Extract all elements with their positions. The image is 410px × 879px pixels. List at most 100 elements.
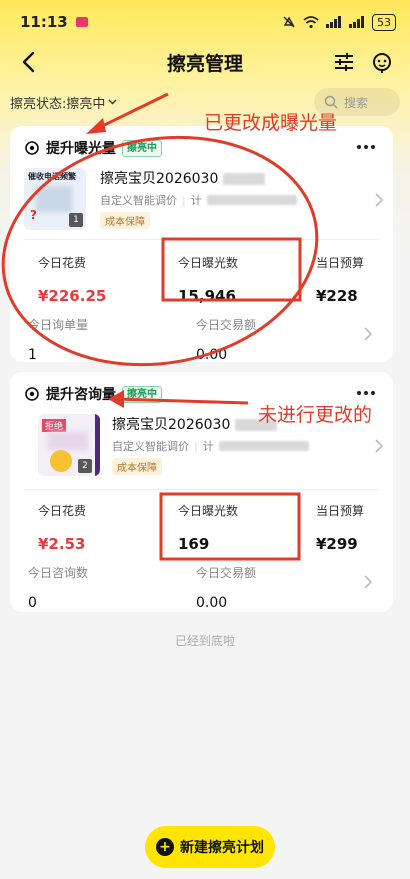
metric-spend: 今日花费 ¥226.25 [38, 254, 106, 305]
card-header: 提升曝光量 擦亮中 [24, 138, 162, 158]
signal-icon-1 [326, 16, 341, 28]
metric-value: 15,946 [178, 287, 236, 305]
metric-value: 0.00 [196, 595, 228, 611]
metric-transactions: 今日交易额 0.00 [196, 316, 256, 363]
metric-label: 当日预算 [316, 504, 365, 518]
metric-value: ¥226.25 [38, 287, 107, 305]
plus-icon: + [156, 838, 174, 856]
status-time: 11:13 [20, 13, 68, 31]
annotation-unchanged-note: 未进行更改的 [258, 404, 373, 426]
metric-label: 今日咨询数 [28, 566, 89, 580]
battery-indicator: 53 [372, 13, 396, 31]
product-name: 擦亮宝贝2026030 [112, 414, 277, 434]
thumbnail-caption: 拒绝 [42, 419, 67, 432]
thumbnail-side-bar [95, 414, 100, 476]
nav-bar: 擦亮管理 [0, 44, 410, 80]
chevron-right-icon [375, 193, 384, 207]
status-bar: 11:13 53 [0, 0, 410, 44]
card-header: 提升咨询量 擦亮中 [24, 384, 162, 404]
customer-service-icon[interactable] [370, 50, 394, 74]
product-row[interactable]: 催收电话频繁 ? 1 擦亮宝贝2026030 自定义智能调价 | 计 成本保障 [24, 168, 384, 244]
separator: | [194, 439, 198, 453]
product-name-text: 擦亮宝贝2026030 [112, 417, 231, 433]
redacted-text [218, 441, 309, 451]
thumbnail-blur [48, 432, 88, 450]
metric-label: 今日曝光数 [178, 504, 239, 518]
filter-sliders-icon[interactable] [332, 50, 356, 74]
promotion-card[interactable]: 提升曝光量 擦亮中 催收电话频繁 ? 1 擦亮宝贝2026030 自定义智能调价… [10, 126, 393, 363]
metric-value: ¥228 [316, 287, 358, 305]
page-title: 擦亮管理 [166, 52, 243, 75]
cost-guarantee-tag: 成本保障 [112, 458, 162, 475]
chevron-down-icon [108, 99, 117, 105]
status-badge: 擦亮中 [122, 385, 162, 403]
metric-spend: 今日花费 ¥2.53 [38, 502, 86, 553]
metric-impressions: 今日曝光数 169 [178, 502, 238, 553]
product-pricing-info: 自定义智能调价 | 计 [100, 192, 297, 208]
metric-value: 169 [178, 535, 210, 553]
status-filter-label: 擦亮状态:擦亮中 [10, 96, 106, 112]
separator: | [182, 193, 186, 207]
metric-label: 当日预算 [316, 256, 365, 270]
target-icon [25, 141, 39, 155]
search-icon [324, 95, 338, 109]
product-pricing-info: 自定义智能调价 | 计 [112, 438, 309, 454]
divider [24, 489, 379, 490]
thumbnail-question-mark: ? [30, 208, 37, 222]
metric-transactions: 今日交易额 0.00 [196, 564, 256, 611]
more-options-icon[interactable] [355, 386, 377, 400]
chevron-right-icon[interactable] [363, 575, 373, 589]
image-count-badge: 2 [78, 459, 92, 473]
search-placeholder: 搜索 [344, 95, 369, 110]
product-name-text: 擦亮宝贝2026030 [100, 171, 219, 187]
card-title: 提升咨询量 [46, 387, 116, 403]
chevron-right-icon [375, 439, 384, 453]
metric-value: 0 [28, 595, 37, 611]
thumbnail-emoji-face [50, 450, 72, 472]
metric-value: ¥299 [316, 535, 358, 553]
pricing-mode: 自定义智能调价 [112, 440, 189, 453]
metric-label: 今日询单量 [28, 318, 89, 332]
signal-icon-2 [349, 16, 364, 28]
target-icon [25, 387, 39, 401]
metric-label: 今日交易额 [196, 318, 257, 332]
more-options-icon[interactable] [355, 140, 377, 154]
annotation-changed-note: 已更改成曝光量 [204, 112, 338, 134]
metric-value: ¥2.53 [38, 535, 86, 553]
metric-impressions: 今日曝光数 15,946 [178, 254, 238, 305]
image-count-badge: 1 [69, 213, 83, 227]
status-icons: 53 [282, 13, 396, 31]
wifi-icon [303, 15, 319, 28]
mute-icon [283, 16, 295, 28]
metric-consultations: 今日咨询数 0 [28, 564, 88, 611]
thumbnail-caption: 催收电话频繁 [28, 172, 76, 181]
metric-inquiries: 今日询单量 1 [28, 316, 88, 363]
metric-budget: 当日预算 ¥299 [316, 502, 364, 553]
card-title: 提升曝光量 [46, 141, 116, 157]
status-badge: 擦亮中 [122, 139, 162, 157]
status-filter-dropdown[interactable]: 擦亮状态:擦亮中 [10, 93, 117, 112]
new-plan-label: 新建擦亮计划 [180, 840, 264, 856]
product-name: 擦亮宝贝2026030 [100, 168, 265, 188]
thumbnail-blur [36, 186, 72, 212]
redacted-text [206, 195, 297, 205]
metric-label: 今日花费 [38, 504, 87, 518]
metric-label: 今日交易额 [196, 566, 257, 580]
product-thumbnail: 拒绝 2 [38, 414, 100, 476]
cost-guarantee-tag: 成本保障 [100, 212, 150, 229]
new-plan-button[interactable]: + 新建擦亮计划 [145, 826, 275, 868]
metric-label: 今日花费 [38, 256, 87, 270]
end-of-list-text: 已经到底啦 [174, 634, 235, 648]
app-notification-icon [75, 17, 88, 27]
back-arrow-icon[interactable] [18, 50, 42, 74]
product-thumbnail: 催收电话频繁 ? 1 [24, 168, 86, 230]
plan-info-prefix: 计 [202, 440, 214, 453]
chevron-right-icon[interactable] [363, 327, 373, 341]
divider [24, 239, 379, 240]
metric-value: 1 [28, 347, 37, 363]
metric-value: 0.00 [196, 347, 228, 363]
plan-info-prefix: 计 [190, 194, 202, 207]
redacted-text [222, 173, 265, 185]
pricing-mode: 自定义智能调价 [100, 194, 177, 207]
metric-budget: 当日预算 ¥228 [316, 254, 364, 305]
